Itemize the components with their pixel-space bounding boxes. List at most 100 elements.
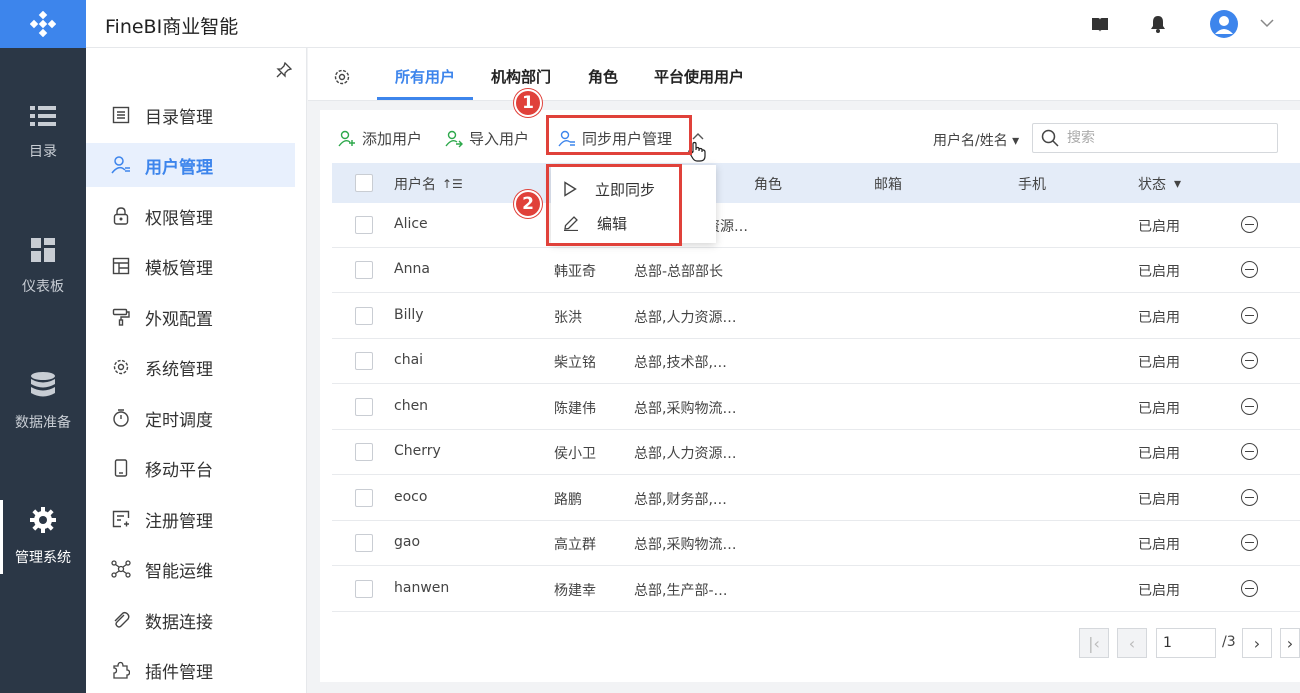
- cell-username: Billy: [394, 307, 424, 323]
- table-row[interactable]: Cherry 侯小卫 总部,人力资源… 已启用: [332, 430, 1300, 475]
- row-checkbox[interactable]: [355, 489, 373, 507]
- import-user-button[interactable]: 导入用户: [445, 128, 529, 149]
- sidebar-item-mobile[interactable]: 移动平台: [86, 446, 295, 490]
- row-checkbox[interactable]: [355, 580, 373, 598]
- sidebar-item-system[interactable]: 系统管理: [86, 345, 295, 389]
- pin-icon[interactable]: [276, 62, 292, 78]
- first-page-button[interactable]: |‹: [1079, 628, 1109, 658]
- tab-departments[interactable]: 机构部门: [491, 66, 551, 87]
- filter-label: 用户名/姓名: [933, 133, 1008, 149]
- sidebar-item-label: 定时调度: [145, 410, 213, 431]
- cell-status: 已启用: [1138, 264, 1180, 280]
- rail-label: 管理系统: [15, 550, 71, 566]
- sidebar-item-label: 数据连接: [145, 612, 213, 633]
- settings-icon: [110, 358, 132, 376]
- next-page-button[interactable]: ›: [1242, 628, 1272, 658]
- tab-bar: 所有用户 机构部门 角色 平台使用用户: [308, 48, 1300, 101]
- table-row[interactable]: hanwen 杨建幸 总部,生产部-… 已启用: [332, 567, 1300, 612]
- sidebar-item-schedule[interactable]: 定时调度: [86, 396, 295, 440]
- sidebar-item-plugins[interactable]: 插件管理: [86, 648, 295, 692]
- active-tab-indicator: [377, 97, 473, 100]
- paint-roller-icon: [110, 308, 132, 326]
- cell-name: 韩亚奇: [554, 264, 596, 280]
- rail-item-data-prep[interactable]: 数据准备: [0, 347, 86, 457]
- disable-user-icon[interactable]: [1241, 534, 1258, 551]
- tab-platform-users[interactable]: 平台使用用户: [654, 66, 744, 87]
- sidebar-item-catalog[interactable]: 目录管理: [86, 93, 295, 137]
- row-checkbox[interactable]: [355, 443, 373, 461]
- table-row[interactable]: chai 柴立铭 总部,技术部,… 已启用: [332, 339, 1300, 384]
- disable-user-icon[interactable]: [1241, 443, 1258, 460]
- sidebar-item-connection[interactable]: 数据连接: [86, 598, 295, 642]
- filter-select[interactable]: 用户名/姓名 ▾: [933, 130, 1019, 150]
- table-row[interactable]: eoco 路鹏 总部,财务部,… 已启用: [332, 476, 1300, 521]
- paperclip-icon: [110, 611, 132, 629]
- table-row[interactable]: chen 陈建伟 总部,采购物流… 已启用: [332, 385, 1300, 430]
- table-row[interactable]: Anna 韩亚奇 总部-总部部长 已启用: [332, 248, 1300, 293]
- bell-icon[interactable]: [1150, 15, 1166, 33]
- caret-down-icon[interactable]: ▾: [1174, 176, 1181, 192]
- settings-icon[interactable]: [333, 68, 351, 86]
- first-page-icon: |‹: [1088, 633, 1100, 653]
- sidebar-item-ops[interactable]: 智能运维: [86, 547, 295, 591]
- table-header: 用户名 ↑☰ 角色 邮箱 手机 状态 ▾: [332, 163, 1300, 203]
- tab-roles[interactable]: 角色: [588, 66, 618, 87]
- sidebar-item-appearance[interactable]: 外观配置: [86, 295, 295, 339]
- select-all-checkbox[interactable]: [355, 174, 373, 192]
- prev-page-button[interactable]: ‹: [1117, 628, 1147, 658]
- chevron-down-icon[interactable]: [1260, 19, 1274, 28]
- sort-icon[interactable]: ↑☰: [442, 177, 463, 191]
- table-row[interactable]: Alice 资源… 已启用: [332, 203, 1300, 248]
- rail-item-dashboard[interactable]: 仪表板: [0, 212, 86, 322]
- rail-item-catalog[interactable]: 目录: [0, 78, 86, 188]
- last-page-button[interactable]: ›: [1280, 628, 1300, 658]
- register-icon: [110, 510, 132, 528]
- row-checkbox[interactable]: [355, 307, 373, 325]
- cell-name: 张洪: [554, 310, 582, 326]
- row-checkbox[interactable]: [355, 398, 373, 416]
- sidebar-item-templates[interactable]: 模板管理: [86, 244, 295, 288]
- table-row[interactable]: gao 高立群 总部,采购物流… 已启用: [332, 521, 1300, 566]
- app-logo[interactable]: [0, 0, 86, 48]
- rail-item-admin[interactable]: 管理系统: [0, 482, 86, 592]
- search-input[interactable]: [1067, 130, 1257, 146]
- rail-label: 数据准备: [15, 415, 71, 431]
- search-box[interactable]: [1032, 123, 1278, 153]
- sidebar-item-label: 移动平台: [145, 460, 213, 481]
- cell-name: 路鹏: [554, 492, 582, 508]
- cell-dept: 总部,采购物流…: [634, 537, 737, 553]
- sidebar-item-permissions[interactable]: 权限管理: [86, 194, 295, 238]
- table-row[interactable]: Billy 张洪 总部,人力资源… 已启用: [332, 294, 1300, 339]
- cell-dept: 总部,生产部-…: [634, 583, 728, 599]
- add-user-button[interactable]: 添加用户: [338, 128, 422, 149]
- chevron-up-icon[interactable]: [692, 132, 704, 140]
- disable-user-icon[interactable]: [1241, 580, 1258, 597]
- avatar[interactable]: [1210, 10, 1238, 38]
- lock-icon: [110, 207, 132, 225]
- disable-user-icon[interactable]: [1241, 216, 1258, 233]
- row-checkbox[interactable]: [355, 352, 373, 370]
- row-checkbox[interactable]: [355, 261, 373, 279]
- step-badge-2: 2: [514, 190, 542, 218]
- sidebar-item-register[interactable]: 注册管理: [86, 497, 295, 541]
- cell-dept: 总部,财务部,…: [634, 492, 727, 508]
- cell-username: chai: [394, 352, 424, 368]
- row-checkbox[interactable]: [355, 534, 373, 552]
- disable-user-icon[interactable]: [1241, 489, 1258, 506]
- disable-user-icon[interactable]: [1241, 261, 1258, 278]
- highlight-dropdown: [546, 164, 682, 246]
- page-input[interactable]: 1: [1156, 628, 1216, 658]
- tab-all-users[interactable]: 所有用户: [395, 66, 455, 87]
- col-username[interactable]: 用户名 ↑☰: [394, 174, 463, 194]
- cell-name: 高立群: [554, 537, 596, 553]
- disable-user-icon[interactable]: [1241, 307, 1258, 324]
- sidebar-item-label: 插件管理: [145, 662, 213, 683]
- disable-user-icon[interactable]: [1241, 352, 1258, 369]
- user-avatar-icon: [1215, 16, 1233, 34]
- sidebar-item-users[interactable]: 用户管理: [86, 143, 295, 187]
- disable-user-icon[interactable]: [1241, 398, 1258, 415]
- book-icon[interactable]: [1091, 17, 1109, 33]
- row-checkbox[interactable]: [355, 216, 373, 234]
- col-status[interactable]: 状态 ▾: [1138, 174, 1181, 194]
- sidebar-item-label: 权限管理: [145, 208, 213, 229]
